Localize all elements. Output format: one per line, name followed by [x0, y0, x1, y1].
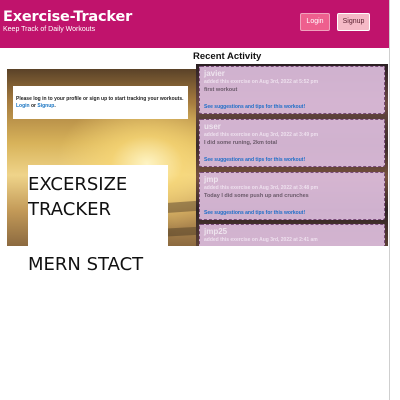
- activity-meta: added this exercise on Aug 3rd, 2022 at …: [204, 185, 319, 191]
- recent-activity-panel[interactable]: javier added this exercise on Aug 3rd, 2…: [196, 64, 388, 246]
- brand-title[interactable]: Exercise-Tracker: [3, 9, 132, 25]
- tips-link[interactable]: See suggestions and tips for this workou…: [204, 104, 305, 110]
- hero-heading: EXCERSIZE TRACKER: [28, 172, 168, 222]
- activity-username[interactable]: jmp25: [204, 227, 380, 236]
- viewport-edge: [389, 0, 390, 400]
- activity-card[interactable]: user added this exercise on Aug 3rd, 202…: [199, 119, 385, 167]
- tips-link[interactable]: See suggestions and tips for this workou…: [204, 210, 305, 216]
- brand-subtitle: Keep Track of Daily Workouts: [3, 26, 96, 33]
- activity-text: Today I did some push up and crunches: [204, 193, 309, 199]
- activity-text: first workout: [204, 87, 238, 93]
- activity-text: I did some runing, 2km total: [204, 140, 278, 146]
- activity-card[interactable]: jmp25 added this exercise on Aug 3rd, 20…: [199, 224, 385, 246]
- activity-username[interactable]: jmp: [204, 175, 380, 184]
- or-text: or: [31, 103, 36, 109]
- page: Exercise-Tracker Keep Track of Daily Wor…: [0, 0, 400, 400]
- login-prompt: Please log in to your profile or sign up…: [13, 86, 188, 119]
- top-navbar: Exercise-Tracker Keep Track of Daily Wor…: [0, 0, 389, 48]
- recent-activity-title: Recent Activity: [193, 51, 262, 62]
- signup-button[interactable]: Signup: [337, 13, 370, 31]
- activity-card[interactable]: jmp added this exercise on Aug 3rd, 2022…: [199, 172, 385, 220]
- activity-username[interactable]: user: [204, 122, 380, 131]
- period: .: [54, 103, 56, 109]
- hero-line-1: EXCERSIZE: [28, 174, 128, 195]
- activity-meta: added this exercise on Aug 3rd, 2022 at …: [204, 132, 319, 138]
- signup-link[interactable]: Signup: [37, 103, 54, 109]
- hero-line-2: TRACKER: [28, 199, 112, 220]
- activity-card[interactable]: javier added this exercise on Aug 3rd, 2…: [199, 66, 385, 114]
- activity-meta: added this exercise on Aug 3rd, 2022 at …: [204, 79, 319, 85]
- login-prompt-text: Please log in to your profile or sign up…: [16, 96, 184, 102]
- hero-stack-label: MERN STACT: [28, 254, 144, 275]
- activity-meta: added this exercise on Aug 3rd, 2022 at …: [204, 237, 318, 243]
- tips-link[interactable]: See suggestions and tips for this workou…: [204, 157, 305, 163]
- login-link[interactable]: Login: [16, 103, 30, 109]
- login-button[interactable]: Login: [300, 13, 330, 31]
- activity-username[interactable]: javier: [204, 69, 380, 78]
